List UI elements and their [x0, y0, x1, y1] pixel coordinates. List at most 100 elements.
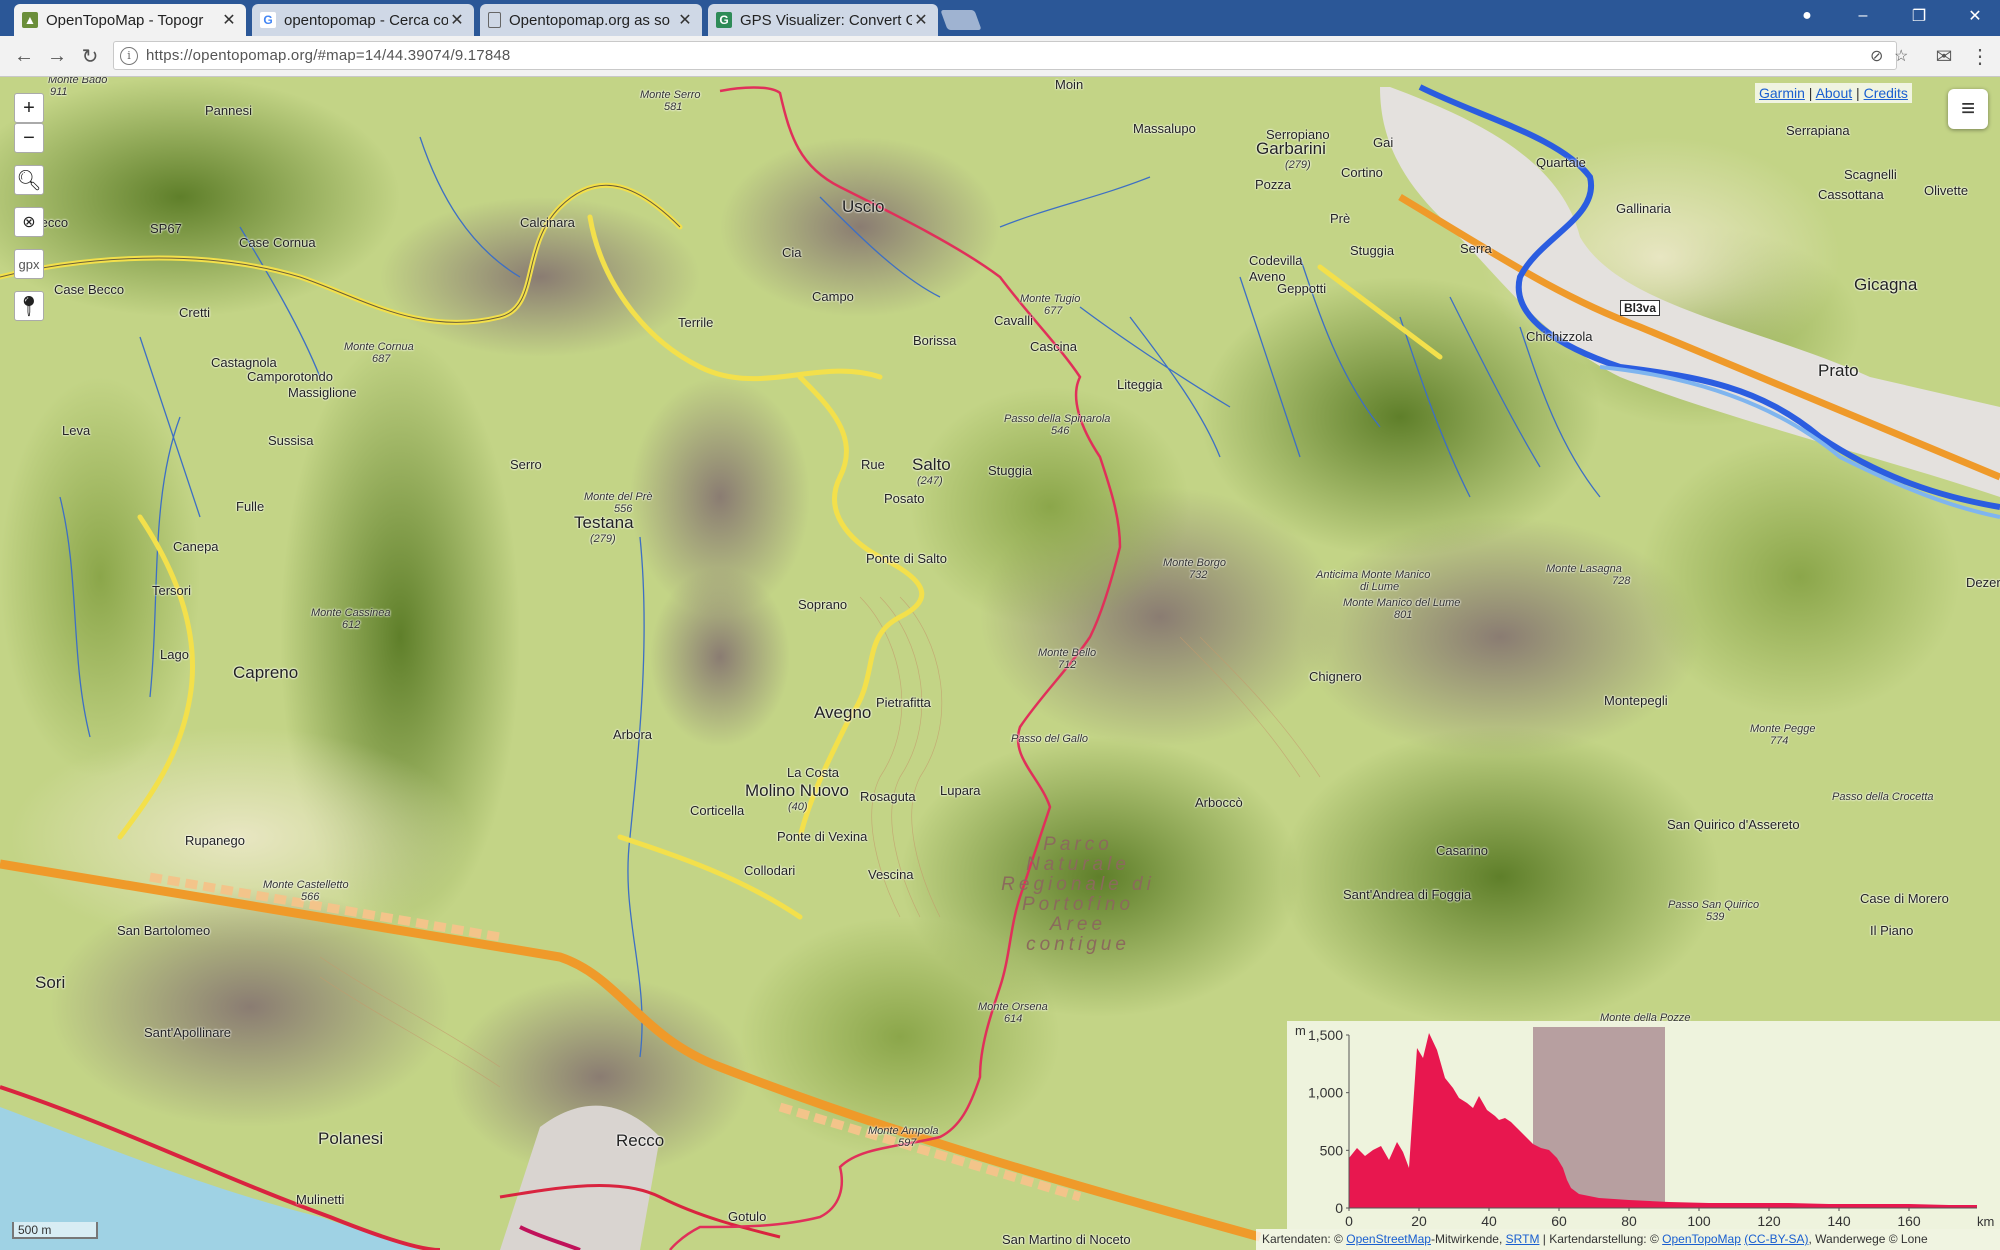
google-favicon-icon: G [260, 12, 276, 28]
map-label: Monte Manico del Lume [1343, 597, 1461, 609]
x-tick-label: 60 [1551, 1213, 1567, 1229]
y-unit-label: m [1295, 1023, 1306, 1038]
tab-opentopomap[interactable]: ▲ OpenTopoMap - Topogr ✕ [14, 4, 246, 36]
map-label: 774 [1770, 735, 1789, 747]
opentopomap-link[interactable]: OpenTopoMap [1662, 1232, 1741, 1246]
map-label: Monte Cornua [344, 341, 414, 353]
map-label: 728 [1612, 575, 1631, 587]
zoom-in-button[interactable]: + [14, 93, 44, 123]
map-label: Gallinaria [1616, 201, 1671, 216]
close-tab-icon[interactable]: ✕ [220, 10, 238, 30]
forward-arrow-icon[interactable]: → [43, 42, 71, 70]
browser-toolbar: ← → ↻ i https://opentopomap.org/#map=14/… [0, 36, 2000, 77]
map-label: Rue [861, 457, 885, 472]
reload-icon[interactable]: ↻ [76, 42, 104, 70]
address-bar[interactable]: i https://opentopomap.org/#map=14/44.390… [113, 41, 1908, 70]
map-label: Montepegli [1604, 693, 1668, 708]
extension-mail-icon[interactable]: ✉ [1930, 42, 1958, 70]
zoom-out-button[interactable]: − [14, 123, 44, 153]
osm-link[interactable]: OpenStreetMap [1346, 1232, 1431, 1246]
map-label: Garbarini [1256, 139, 1326, 158]
map-label: Tersori [152, 583, 192, 598]
x-unit-label: km [1977, 1214, 1994, 1229]
map-label: Monte Tugio [1020, 293, 1081, 305]
srtm-link[interactable]: SRTM [1506, 1232, 1540, 1246]
map-label: San Quirico d'Assereto [1667, 817, 1800, 832]
hamburger-icon: ≡ [1960, 95, 1975, 122]
map-label: Recco [616, 1131, 665, 1150]
map-label: Monte Bado [48, 77, 108, 86]
map-label: Gai [1373, 135, 1394, 150]
minimize-icon[interactable]: – [1840, 0, 1886, 32]
map-label: Codevilla [1249, 253, 1303, 268]
new-tab-button[interactable] [940, 10, 982, 30]
close-window-icon[interactable]: ✕ [1952, 0, 1998, 32]
map-label: Monte Lasagna [1546, 563, 1622, 575]
x-tick-label: 160 [1897, 1213, 1921, 1229]
elevation-profile[interactable]: 1,500 1,000 500 0 0 20 40 60 80 100 120 140 160 m km [1287, 1021, 2000, 1229]
map-label: Serro [510, 457, 542, 472]
marker-button[interactable]: 📍︎ [14, 291, 44, 321]
tab-title: opentopomap - Cerca co [284, 11, 448, 29]
map-label: 732 [1189, 569, 1208, 581]
menu-kebab-icon[interactable]: ⋮ [1966, 42, 1994, 70]
link-separator: | [1808, 85, 1813, 101]
map-label: Dezere [1966, 575, 2000, 590]
close-tab-icon[interactable]: ✕ [912, 10, 930, 30]
map-label: (40) [788, 801, 808, 813]
tab-opentopomap-doc[interactable]: Opentopomap.org as so ✕ [480, 4, 702, 36]
map-label: Massalupo [1133, 121, 1196, 136]
credits-link[interactable]: Credits [1864, 85, 1908, 101]
map-label: Leva [62, 423, 91, 438]
locate-button[interactable]: ⊗ [14, 207, 44, 237]
map-label: Posato [884, 491, 925, 506]
search-icon: 🔍︎ [16, 169, 42, 192]
map-label: Prato [1818, 361, 1859, 380]
license-link[interactable]: (CC-BY-SA) [1744, 1232, 1808, 1246]
attribution: Kartendaten: © OpenStreetMap-Mitwirkende… [1256, 1229, 2000, 1250]
map-label: SP67 [150, 221, 182, 236]
map-label: Chignero [1309, 669, 1362, 684]
tab-gps-visualizer[interactable]: G GPS Visualizer: Convert G ✕ [708, 4, 938, 36]
close-tab-icon[interactable]: ✕ [448, 10, 466, 30]
map-label: 566 [301, 891, 320, 903]
back-arrow-icon[interactable]: ← [10, 42, 38, 70]
bookmark-star-icon[interactable]: ☆ [1894, 46, 1908, 66]
map-label: Capreno [233, 663, 299, 682]
map-label: Liteggia [1117, 377, 1163, 392]
site-info-icon[interactable]: i [120, 47, 138, 65]
map-label: Sant'Apollinare [144, 1025, 232, 1040]
layers-menu-button[interactable]: ≡ [1948, 89, 1988, 129]
x-tick-label: 120 [1757, 1213, 1781, 1229]
map-label: 911 [50, 86, 68, 98]
map-label: Serra [1460, 241, 1492, 256]
map-label: (279) [590, 533, 616, 545]
x-tick-label: 80 [1621, 1213, 1637, 1229]
gpx-button[interactable]: gpx [14, 249, 44, 279]
map-label: Collodari [744, 863, 796, 878]
restore-icon[interactable]: ❐ [1896, 0, 1942, 32]
map-label: Ponte di Salto [866, 551, 947, 566]
map-label: Monte Cassinea [311, 607, 391, 619]
map-label: Rosaguta [860, 789, 916, 804]
gpsvisualizer-favicon-icon: G [716, 12, 732, 28]
map-label: Massiglione [288, 385, 357, 400]
map-label: Anticima Monte Manico [1316, 569, 1431, 581]
blocked-content-icon[interactable]: ⊘ [1870, 46, 1883, 66]
map-label: Scagnelli [1844, 167, 1897, 182]
map-label: Cassottana [1818, 187, 1884, 202]
tab-google-search[interactable]: G opentopomap - Cerca co ✕ [252, 4, 474, 36]
search-button[interactable]: 🔍︎ [14, 165, 44, 195]
topographic-map[interactable]: Monte Bado 911 Pannesi Monte Serro 581 M… [0, 77, 2000, 1250]
profile-icon[interactable]: ● [1784, 0, 1830, 32]
crosshair-icon: ⊗ [22, 214, 36, 231]
map-label: Serrapiana [1786, 123, 1850, 138]
map-label: Pietrafitta [876, 695, 931, 710]
map-label: 539 [1706, 911, 1725, 923]
garmin-link[interactable]: Garmin [1759, 85, 1805, 101]
tab-title: Opentopomap.org as so [509, 11, 670, 29]
close-tab-icon[interactable]: ✕ [676, 10, 694, 30]
about-link[interactable]: About [1816, 85, 1853, 101]
map-label: 614 [1004, 1013, 1023, 1025]
url-text[interactable]: https://opentopomap.org/#map=14/44.39074… [146, 47, 510, 64]
